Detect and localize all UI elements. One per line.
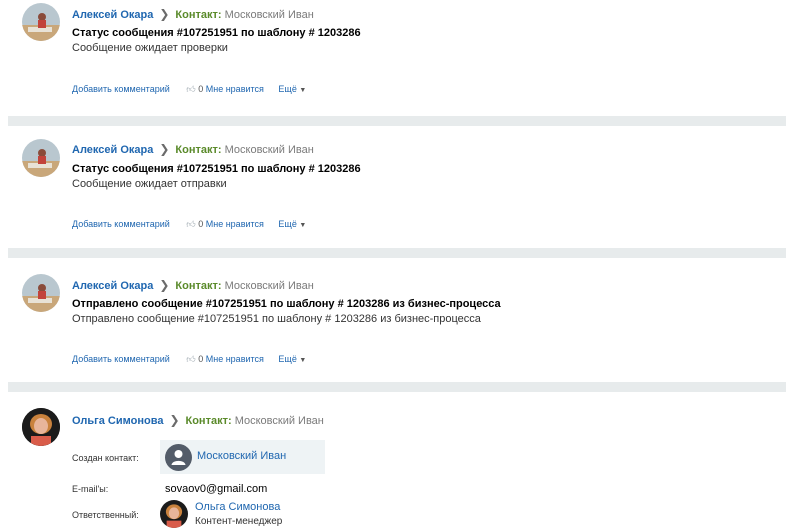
caret-down-icon: ▼ xyxy=(299,357,307,364)
more-menu-button[interactable]: Ещё ▼ xyxy=(278,219,306,229)
email-value: sovaov0@gmail.com xyxy=(165,483,268,495)
thumbs-up-icon: 👍︎ xyxy=(186,354,196,364)
more-menu-button[interactable]: Ещё ▼ xyxy=(278,84,306,94)
responsible-label: Ответственный: xyxy=(72,510,139,520)
chevron-right-icon: ❯ xyxy=(169,413,180,427)
post-description: Сообщение ожидает отправки xyxy=(72,178,227,190)
like-label: Мне нравится xyxy=(205,354,264,364)
like-count: 0 xyxy=(198,354,204,364)
post-description: Отправлено сообщение #107251951 по шабло… xyxy=(72,313,481,325)
created-contact-name[interactable]: Московский Иван xyxy=(197,450,286,462)
contact-label: Контакт: xyxy=(175,9,222,21)
author-avatar[interactable] xyxy=(22,3,60,41)
post-title: Статус сообщения #107251951 по шаблону #… xyxy=(72,27,361,39)
post-title: Статус сообщения #107251951 по шаблону #… xyxy=(72,163,361,175)
post-separator xyxy=(8,116,786,126)
author-avatar[interactable] xyxy=(22,139,60,177)
created-contact-label: Создан контакт: xyxy=(72,453,139,463)
like-count: 0 xyxy=(198,219,204,229)
person-icon xyxy=(165,444,192,471)
like-button[interactable]: 👍︎ 0 Мне нравится xyxy=(186,219,264,229)
author-avatar[interactable] xyxy=(22,408,60,446)
contact-label: Контакт: xyxy=(175,280,222,292)
feed-post: Алексей Окара ❯ Контакт: Московский Иван С… xyxy=(0,126,786,248)
like-button[interactable]: 👍︎ 0 Мне нравится xyxy=(186,84,264,94)
like-label: Мне нравится xyxy=(205,84,264,94)
post-description: Сообщение ожидает проверки xyxy=(72,42,228,54)
contact-name[interactable]: Московский Иван xyxy=(225,9,314,21)
post-separator xyxy=(8,248,786,258)
like-count: 0 xyxy=(198,84,204,94)
author-name[interactable]: Ольга Симонова xyxy=(72,415,163,427)
add-comment-link[interactable]: Добавить комментарий xyxy=(72,354,170,364)
more-menu-button[interactable]: Ещё ▼ xyxy=(278,354,306,364)
chevron-right-icon: ❯ xyxy=(159,278,170,292)
contact-name[interactable]: Московский Иван xyxy=(235,415,324,427)
add-comment-link[interactable]: Добавить комментарий xyxy=(72,84,170,94)
responsible-avatar[interactable] xyxy=(160,500,188,528)
thumbs-up-icon: 👍︎ xyxy=(186,84,196,94)
thumbs-up-icon: 👍︎ xyxy=(186,219,196,229)
caret-down-icon: ▼ xyxy=(299,222,307,229)
contact-label: Контакт: xyxy=(175,144,222,156)
feed-post: Алексей Окара ❯ Контакт: Московский Иван С… xyxy=(0,0,786,116)
caret-down-icon: ▼ xyxy=(299,87,307,94)
contact-name[interactable]: Московский Иван xyxy=(225,280,314,292)
contact-label: Контакт: xyxy=(185,415,232,427)
author-name[interactable]: Алексей Окара xyxy=(72,9,153,21)
responsible-name[interactable]: Ольга Симонова xyxy=(195,501,280,513)
post-separator xyxy=(8,382,786,392)
like-button[interactable]: 👍︎ 0 Мне нравится xyxy=(186,354,264,364)
add-comment-link[interactable]: Добавить комментарий xyxy=(72,219,170,229)
more-label: Ещё xyxy=(278,84,297,94)
responsible-role: Контент-менеджер xyxy=(195,516,283,527)
more-label: Ещё xyxy=(278,219,297,229)
contact-name[interactable]: Московский Иван xyxy=(225,144,314,156)
author-name[interactable]: Алексей Окара xyxy=(72,280,153,292)
chevron-right-icon: ❯ xyxy=(159,142,170,156)
like-label: Мне нравится xyxy=(205,219,264,229)
created-contact-card[interactable]: Московский Иван xyxy=(160,440,325,474)
post-title: Отправлено сообщение #107251951 по шабло… xyxy=(72,298,501,310)
chevron-right-icon: ❯ xyxy=(159,7,170,21)
author-name[interactable]: Алексей Окара xyxy=(72,144,153,156)
email-label: E-mail'ы: xyxy=(72,484,109,494)
author-avatar[interactable] xyxy=(22,274,60,312)
more-label: Ещё xyxy=(278,354,297,364)
feed-post: Алексей Окара ❯ Контакт: Московский Иван О… xyxy=(0,258,786,382)
